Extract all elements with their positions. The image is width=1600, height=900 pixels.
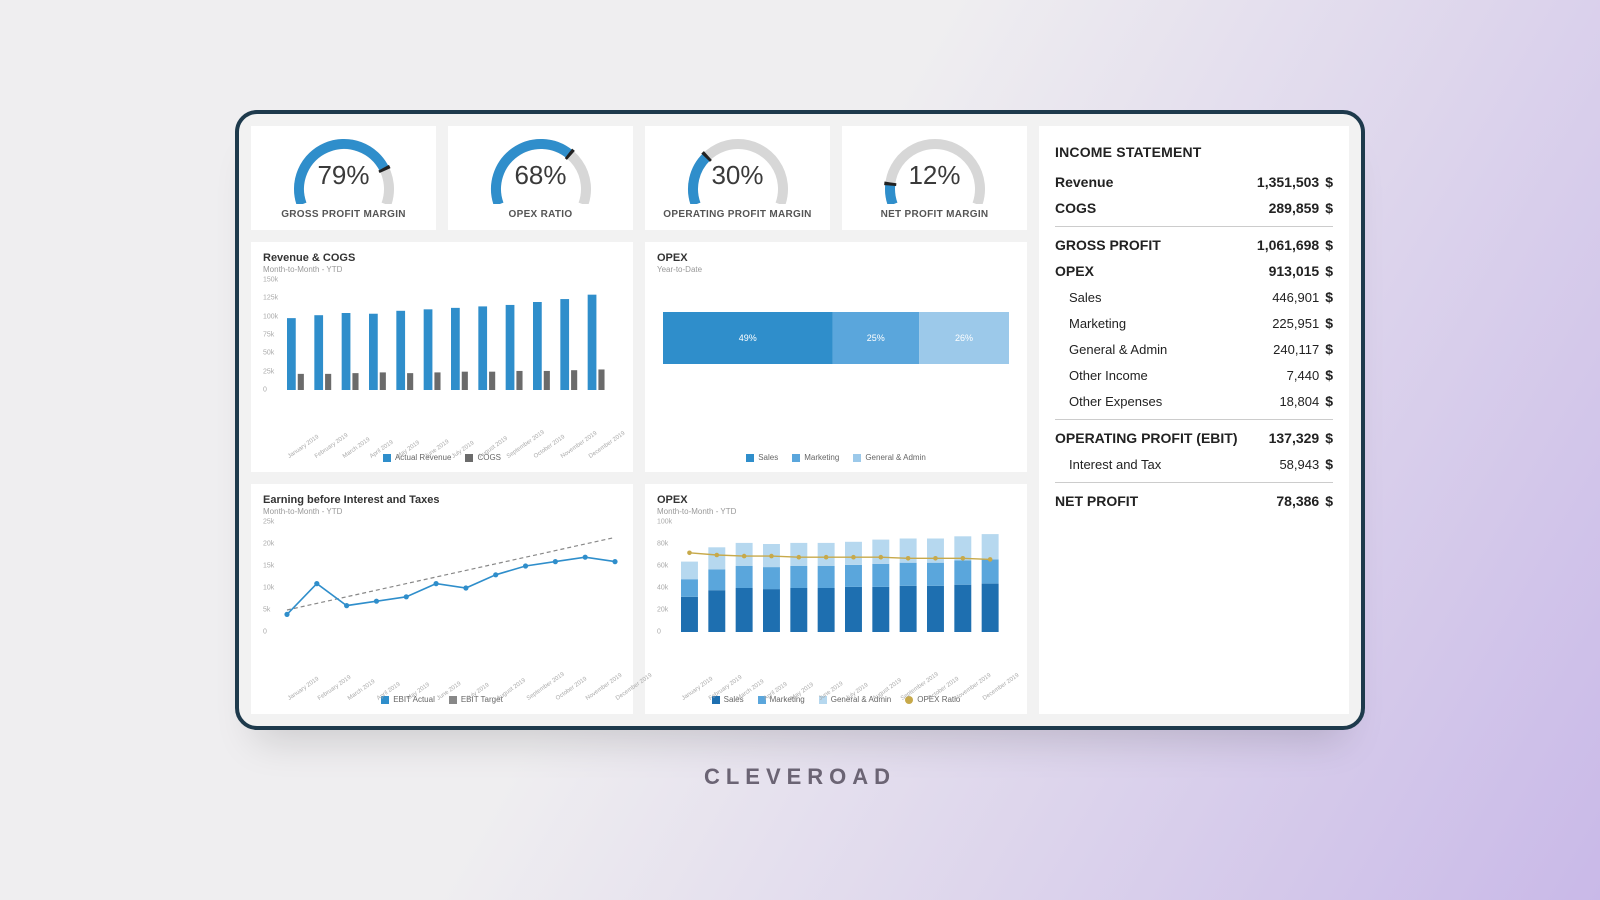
income-value: 18,804 (1279, 394, 1319, 409)
income-statement-body: Revenue1,351,503$COGS289,859$GROSS PROFI… (1055, 174, 1333, 509)
income-row: NET PROFIT 78,386 $ (1055, 493, 1333, 509)
charts-row-2: Revenue & COGS Month-to-Month - YTD 150k… (251, 242, 1027, 472)
income-row: OPERATING PROFIT (EBIT) 137,329 $ (1055, 430, 1333, 446)
gauge-card: 12% NET PROFIT MARGIN (842, 126, 1027, 230)
currency: $ (1325, 430, 1333, 446)
chart-subtitle: Month-to-Month - YTD (263, 507, 621, 516)
gauge-card: 68% OPEX RATIO (448, 126, 633, 230)
currency: $ (1325, 237, 1333, 253)
opex-mtm-card: OPEX Month-to-Month - YTD 100k80k60k40k2… (645, 484, 1027, 714)
chart-title: OPEX (657, 252, 1015, 264)
currency: $ (1325, 393, 1333, 409)
currency: $ (1325, 367, 1333, 383)
income-label: General & Admin (1055, 342, 1167, 357)
chart-subtitle: Year-to-Date (657, 265, 1015, 274)
legend-item: General & Admin (853, 453, 925, 462)
currency: $ (1325, 341, 1333, 357)
income-row: OPEX 913,015 $ (1055, 263, 1333, 279)
income-label: Other Expenses (1055, 394, 1162, 409)
income-value: 7,440 (1287, 368, 1320, 383)
income-row: Sales 446,901 $ (1055, 289, 1333, 305)
left-column: 79% GROSS PROFIT MARGIN 68% OPEX RATIO 30%… (251, 126, 1027, 714)
income-value: 240,117 (1273, 342, 1319, 357)
svg-text:26%: 26% (955, 333, 973, 343)
income-row: COGS 289,859 $ (1055, 200, 1333, 216)
gauge-card: 30% OPERATING PROFIT MARGIN (645, 126, 830, 230)
gauge-value: 12% (908, 160, 960, 191)
chart-title: OPEX (657, 494, 1015, 506)
chart-title: Earning before Interest and Taxes (263, 494, 621, 506)
income-label: NET PROFIT (1055, 493, 1138, 509)
income-row: Marketing 225,951 $ (1055, 315, 1333, 331)
currency: $ (1325, 263, 1333, 279)
currency: $ (1325, 456, 1333, 472)
gauge-label: GROSS PROFIT MARGIN (281, 209, 406, 220)
opex-ytd-chart: 49% 25% 26% (657, 280, 1015, 449)
gauge-label: OPERATING PROFIT MARGIN (663, 209, 811, 220)
gauge-label: NET PROFIT MARGIN (881, 209, 989, 220)
income-label: OPEX (1055, 263, 1094, 279)
svg-text:25%: 25% (867, 333, 885, 343)
income-statement-title: INCOME STATEMENT (1055, 144, 1333, 160)
income-label: Marketing (1055, 316, 1126, 331)
income-value: 289,859 (1269, 200, 1320, 216)
chart-title: Revenue & COGS (263, 252, 621, 264)
income-row: Other Income 7,440 $ (1055, 367, 1333, 383)
income-value: 137,329 (1269, 430, 1320, 446)
income-label: OPERATING PROFIT (EBIT) (1055, 430, 1238, 446)
income-label: Interest and Tax (1055, 457, 1161, 472)
income-value: 225,951 (1272, 316, 1319, 331)
gauge-value: 79% (317, 160, 369, 191)
income-value: 1,061,698 (1257, 237, 1319, 253)
gauge-card: 79% GROSS PROFIT MARGIN (251, 126, 436, 230)
income-row: Other Expenses 18,804 $ (1055, 393, 1333, 409)
income-label: Revenue (1055, 174, 1113, 190)
gauge-value: 68% (514, 160, 566, 191)
dashboard-frame: 79% GROSS PROFIT MARGIN 68% OPEX RATIO 30%… (235, 110, 1365, 730)
income-value: 1,351,503 (1257, 174, 1319, 190)
currency: $ (1325, 289, 1333, 305)
income-row: GROSS PROFIT 1,061,698 $ (1055, 237, 1333, 253)
ebit-chart: 25k20k15k10k5k0January 2019February 2019… (263, 522, 621, 691)
income-value: 446,901 (1272, 290, 1319, 305)
income-value: 913,015 (1269, 263, 1320, 279)
income-value: 78,386 (1276, 493, 1319, 509)
opex-ytd-card: OPEX Year-to-Date 49% 25% 26% Sales Marketi… (645, 242, 1027, 472)
income-row: General & Admin 240,117 $ (1055, 341, 1333, 357)
gauge-row: 79% GROSS PROFIT MARGIN 68% OPEX RATIO 30%… (251, 126, 1027, 230)
currency: $ (1325, 315, 1333, 331)
legend-item: Sales (746, 453, 778, 462)
svg-text:49%: 49% (739, 333, 757, 343)
revenue-cogs-chart: 150k125k100k75k50k25k0January 2019Februa… (263, 280, 621, 449)
legend-item: Marketing (792, 453, 839, 462)
income-statement-panel: INCOME STATEMENT Revenue 1,351,503 $ COGS 28… (1039, 126, 1349, 714)
income-label: GROSS PROFIT (1055, 237, 1161, 253)
currency: $ (1325, 493, 1333, 509)
charts-row-3: Earning before Interest and Taxes Month-… (251, 484, 1027, 714)
income-label: COGS (1055, 200, 1096, 216)
income-row: Interest and Tax 58,943 $ (1055, 456, 1333, 472)
chart-subtitle: Month-to-Month - YTD (657, 507, 1015, 516)
income-row: Revenue 1,351,503 $ (1055, 174, 1333, 190)
legend-item: Actual Revenue (383, 453, 451, 462)
chart-subtitle: Month-to-Month - YTD (263, 265, 621, 274)
gauge-label: OPEX RATIO (509, 209, 573, 220)
income-label: Other Income (1055, 368, 1148, 383)
income-value: 58,943 (1279, 457, 1319, 472)
opex-mtm-chart: 100k80k60k40k20k0January 2019February 20… (657, 522, 1015, 691)
revenue-cogs-card: Revenue & COGS Month-to-Month - YTD 150k… (251, 242, 633, 472)
currency: $ (1325, 174, 1333, 190)
currency: $ (1325, 200, 1333, 216)
opex-ytd-legend: Sales Marketing General & Admin (657, 453, 1015, 462)
ebit-card: Earning before Interest and Taxes Month-… (251, 484, 633, 714)
income-label: Sales (1055, 290, 1102, 305)
gauge-value: 30% (711, 160, 763, 191)
brand-label: CLEVEROAD (704, 764, 896, 790)
